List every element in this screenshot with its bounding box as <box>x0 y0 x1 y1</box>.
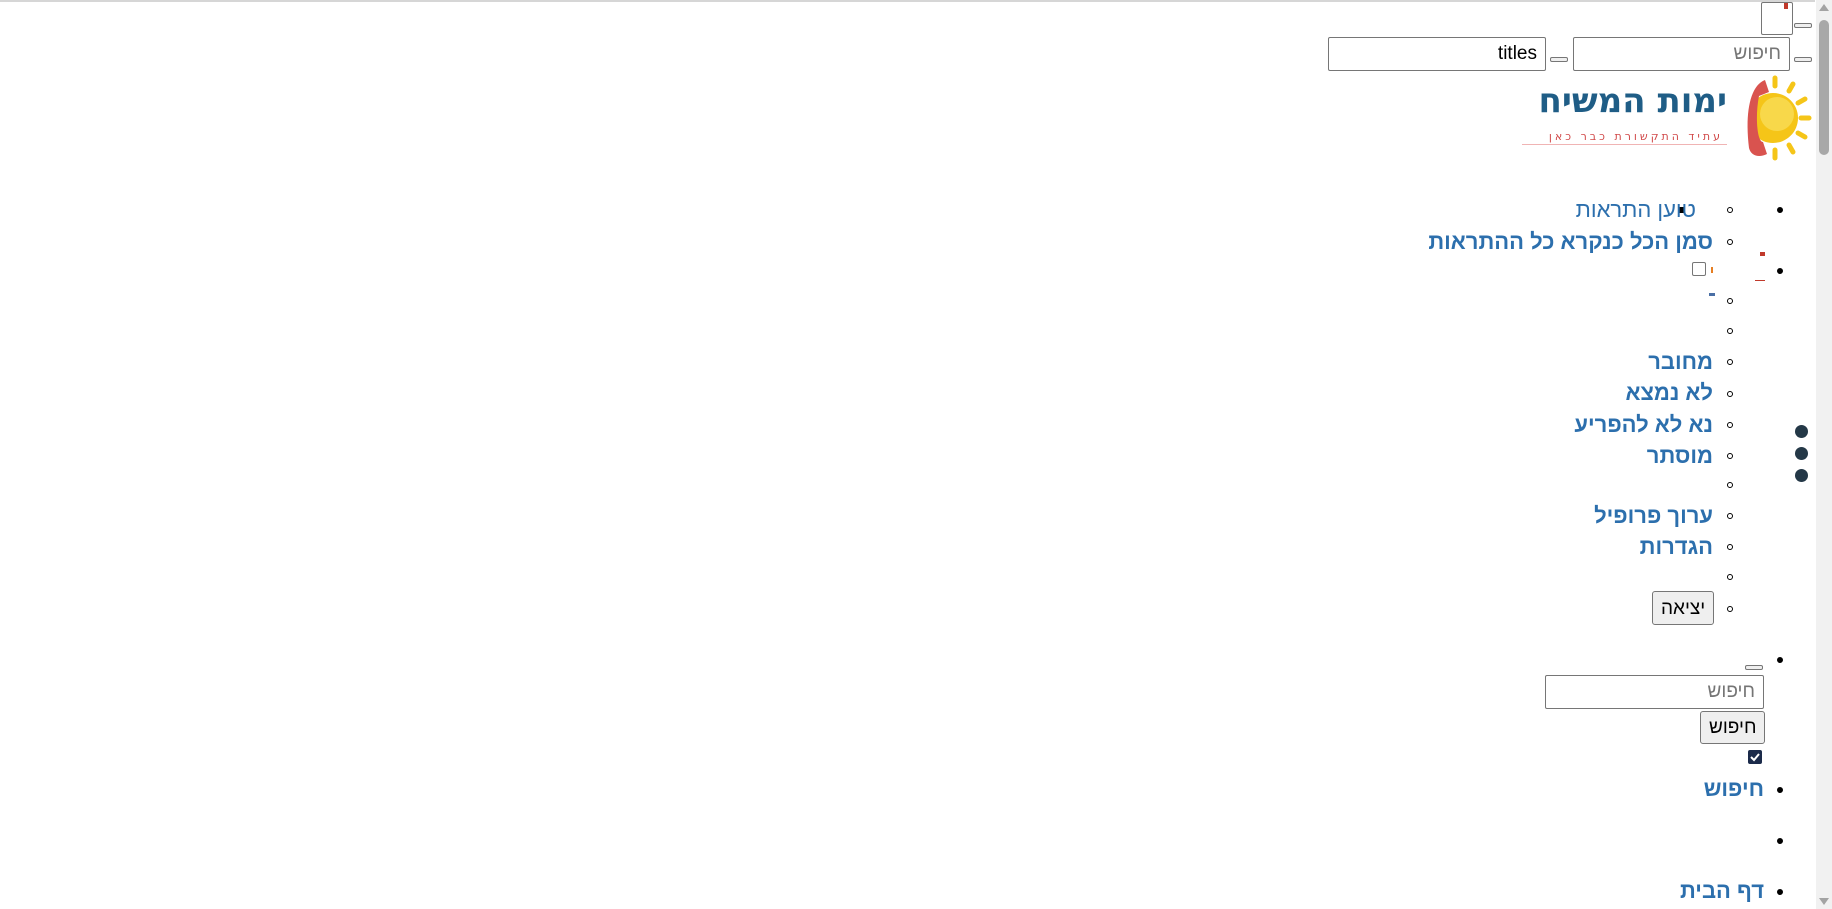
list-bullet <box>1727 391 1733 397</box>
status-dot-icon <box>1709 293 1715 296</box>
phone-handset-icon <box>1747 80 1769 156</box>
top-corner-box[interactable] <box>1761 2 1793 35</box>
avatar-icon[interactable] <box>1755 252 1765 282</box>
list-bullet <box>1727 298 1733 304</box>
list-bullet <box>1777 657 1783 663</box>
search-submit-button[interactable] <box>1550 57 1568 62</box>
search-panel-input[interactable] <box>1545 675 1764 709</box>
status-toggle-checkbox[interactable] <box>1692 262 1706 276</box>
list-bullet <box>1727 453 1733 459</box>
list-bullet <box>1777 889 1783 895</box>
home-link[interactable]: דף הבית <box>1680 880 1764 902</box>
list-bullet <box>1777 838 1783 844</box>
list-bullet <box>1777 207 1783 213</box>
logo-underline <box>1522 144 1727 145</box>
list-bullet <box>1727 606 1733 612</box>
status-dnd-link[interactable]: נא לא להפריע <box>1574 414 1713 436</box>
list-bullet <box>1727 422 1733 428</box>
settings-link[interactable]: הגדרות <box>1640 536 1713 558</box>
top-border <box>0 0 1815 2</box>
toggle-button-header[interactable] <box>1794 57 1812 62</box>
edit-profile-link[interactable]: ערוך פרופיל <box>1594 505 1713 527</box>
status-online-link[interactable]: מחובר <box>1648 351 1713 373</box>
logo-title: ימות המשיח <box>1538 81 1727 121</box>
list-bullet <box>1777 787 1783 793</box>
search-panel-submit-button[interactable]: חיפוש <box>1700 711 1766 744</box>
list-bullet <box>1727 574 1733 580</box>
list-bullet <box>1777 268 1783 274</box>
site-logo[interactable]: ימות המשיח עתיד התקשורת כבר כאן <box>1510 72 1815 164</box>
list-bullet <box>1727 513 1733 519</box>
logo-tagline: עתיד התקשורת כבר כאן <box>1548 130 1723 143</box>
scroll-up-icon[interactable] <box>1819 4 1829 11</box>
vertical-dots-icon[interactable] <box>1795 447 1808 460</box>
status-indicator-icon <box>1711 267 1713 273</box>
vertical-dots-icon[interactable] <box>1795 469 1808 482</box>
search-scope-input[interactable] <box>1328 37 1546 71</box>
list-bullet <box>1727 328 1733 334</box>
status-invisible-link[interactable]: מוסתר <box>1647 445 1713 467</box>
broken-image-icon <box>1784 3 1788 9</box>
search-panel-toggle-button[interactable] <box>1745 665 1763 670</box>
list-bullet <box>1727 359 1733 365</box>
search-option-checkbox[interactable] <box>1748 750 1762 764</box>
list-bullet <box>1727 239 1733 245</box>
list-bullet <box>1727 207 1733 213</box>
logout-button[interactable]: יציאה <box>1652 591 1715 625</box>
scroll-down-icon[interactable] <box>1819 898 1829 905</box>
scrollbar-thumb[interactable] <box>1819 20 1829 155</box>
notifications-loading: טוען התראות <box>1575 197 1696 222</box>
search-link[interactable]: חיפוש <box>1704 778 1764 800</box>
header-search-input[interactable] <box>1573 37 1790 71</box>
vertical-dots-icon[interactable] <box>1795 425 1808 438</box>
status-away-link[interactable]: לא נמצא <box>1625 382 1713 404</box>
list-bullet <box>1727 544 1733 550</box>
list-bullet <box>1727 482 1733 488</box>
mark-all-read-link[interactable]: סמן הכל כנקרא כל ההתראות <box>1428 231 1713 253</box>
page-scrollbar[interactable] <box>1816 0 1832 909</box>
toggle-button-top[interactable] <box>1794 23 1812 28</box>
